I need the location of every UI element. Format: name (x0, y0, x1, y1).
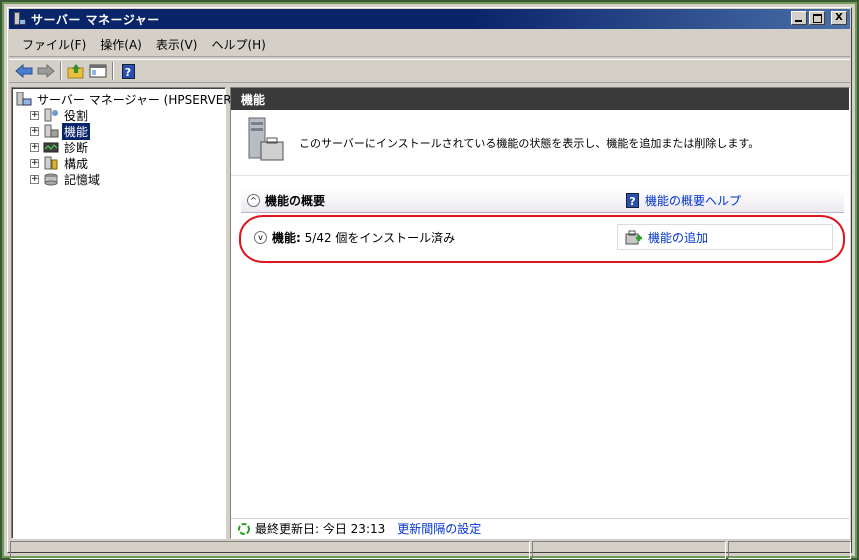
close-button[interactable]: X (831, 11, 847, 25)
tree-item-roles[interactable]: + 役割 (30, 107, 238, 123)
diagnostics-icon (43, 140, 59, 154)
menu-file[interactable]: ファイル(F) (15, 36, 93, 53)
status-cell (728, 541, 851, 559)
tree-item-features[interactable]: + 機能 (30, 122, 238, 140)
status-cell (532, 541, 726, 559)
help-link-label: 機能の概要ヘルプ (645, 194, 742, 208)
server-icon (16, 91, 32, 106)
tree-item-diagnostics[interactable]: + 診断 (30, 139, 238, 155)
tree-root-label: サーバー マネージャー (HPSERVER) (37, 92, 237, 107)
expand-icon[interactable]: + (30, 110, 39, 120)
status-bar (10, 541, 851, 559)
back-button[interactable] (13, 61, 35, 81)
content-footer: 最終更新日: 今日 23:13 更新間隔の設定 (231, 518, 849, 538)
up-button[interactable] (65, 61, 87, 81)
screenshot-frame: サーバー マネージャー X ファイル(F) 操作(A) 表示(V) ヘルプ(H)… (2, 2, 857, 559)
features-summary-help-link[interactable]: ? 機能の概要ヘルプ (626, 192, 741, 209)
status-cell (10, 541, 530, 559)
menu-help[interactable]: ヘルプ(H) (204, 36, 272, 53)
roles-icon (43, 108, 59, 122)
tree-item-label: 役割 (64, 108, 89, 123)
server-manager-icon (13, 12, 27, 26)
tree-item-configuration[interactable]: + 構成 (30, 155, 238, 171)
minimize-button[interactable] (791, 11, 807, 25)
menu-action[interactable]: 操作(A) (93, 36, 149, 53)
show-hide-tree-icon (89, 64, 107, 78)
expand-icon[interactable]: + (30, 158, 39, 168)
storage-icon (43, 172, 59, 186)
forward-button[interactable] (35, 61, 57, 81)
toolbar-separator (112, 62, 114, 80)
up-folder-icon (67, 64, 84, 79)
configuration-icon (43, 156, 59, 170)
menu-bar: ファイル(F) 操作(A) 表示(V) ヘルプ(H) (9, 33, 850, 57)
tree-root-server-manager[interactable]: サーバー マネージャー (HPSERVER) (16, 91, 238, 107)
section-title: 機能の概要 (265, 194, 326, 208)
tree-item-label: 記憶域 (64, 172, 101, 187)
expand-row-icon[interactable]: v (254, 230, 267, 244)
back-arrow-icon (15, 64, 33, 78)
tree-item-label: 構成 (64, 156, 89, 171)
features-label: 機能: (272, 230, 301, 245)
features-count: 5/42 個をインストール済み (304, 230, 456, 245)
server-manager-window: サーバー マネージャー X ファイル(F) 操作(A) 表示(V) ヘルプ(H)… (7, 7, 852, 559)
content-description: このサーバーにインストールされている機能の状態を表示し、機能を追加または削除しま… (299, 136, 760, 150)
toolbar: ? (9, 59, 850, 83)
toolbar-separator (60, 62, 62, 80)
refresh-icon[interactable] (237, 522, 251, 536)
features-large-icon (243, 116, 287, 169)
add-features-label: 機能の追加 (648, 230, 709, 245)
show-hide-tree-button[interactable] (87, 61, 109, 81)
features-status: 機能: 5/42 個をインストール済み (272, 229, 455, 246)
navigation-tree-pane: サーバー マネージャー (HPSERVER) + 役割 + 機能 + 診断 + … (11, 87, 236, 539)
features-icon (43, 124, 59, 138)
help-button[interactable]: ? (117, 61, 139, 81)
content-intro: このサーバーにインストールされている機能の状態を表示し、機能を追加または削除しま… (231, 110, 849, 176)
expand-icon[interactable]: + (30, 174, 39, 184)
tree-item-label: 機能 (62, 122, 91, 140)
tree-item-label: 診断 (64, 140, 89, 155)
content-header: 機能 (231, 88, 849, 110)
features-status-row: v 機能: 5/42 個をインストール済み 機能の追加 (249, 222, 835, 252)
help-icon: ? (626, 193, 639, 208)
add-features-link[interactable]: 機能の追加 (617, 224, 833, 250)
last-updated-text: 最終更新日: 今日 23:13 (255, 522, 386, 536)
window-controls: X (791, 11, 847, 25)
maximize-button[interactable] (809, 11, 825, 25)
forward-arrow-icon (37, 64, 55, 78)
menu-view[interactable]: 表示(V) (149, 36, 205, 53)
refresh-interval-link[interactable]: 更新間隔の設定 (397, 520, 481, 537)
help-icon: ? (121, 63, 135, 79)
collapse-section-icon[interactable]: ^ (247, 194, 260, 207)
navigation-tree: サーバー マネージャー (HPSERVER) + 役割 + 機能 + 診断 + … (16, 91, 238, 187)
expand-icon[interactable]: + (30, 126, 39, 136)
expand-icon[interactable]: + (30, 142, 39, 152)
title-bar[interactable]: サーバー マネージャー X (9, 9, 850, 29)
window-title: サーバー マネージャー (31, 12, 160, 27)
content-pane: 機能 このサーバーにインストールされている機能の状態を表示し、機能を追加または削… (230, 87, 850, 539)
tree-item-storage[interactable]: + 記憶域 (30, 171, 238, 187)
features-summary-section: ^ 機能の概要 ? 機能の概要ヘルプ (241, 189, 844, 213)
add-features-icon (625, 230, 642, 245)
